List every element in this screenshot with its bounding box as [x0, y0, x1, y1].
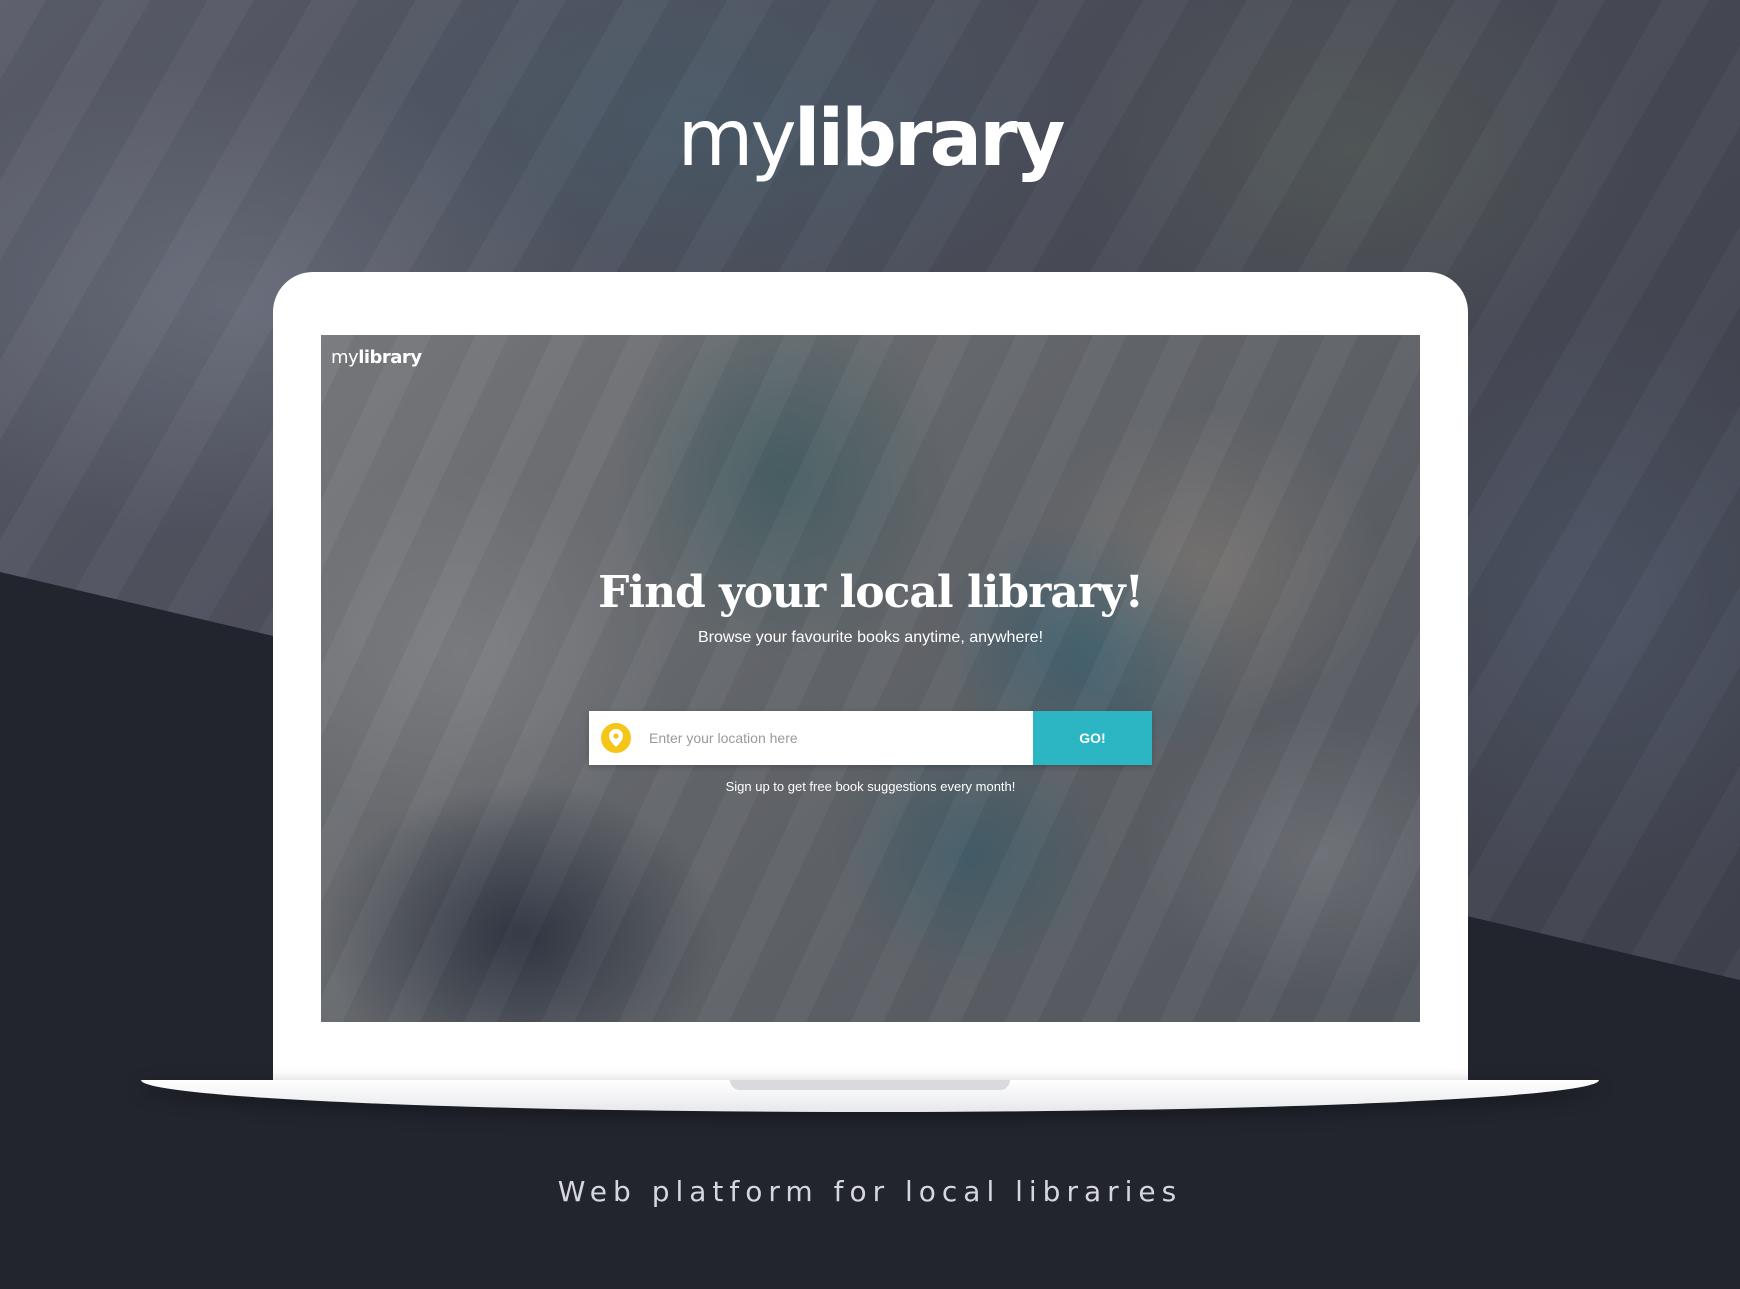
location-search-input[interactable]	[649, 730, 1009, 746]
map-pin-icon	[601, 723, 631, 753]
site-logo[interactable]: mylibrary	[331, 347, 422, 368]
brand-logo: mylibrary	[0, 100, 1740, 178]
brand-logo-prefix: my	[677, 94, 797, 184]
location-search-form: GO!	[589, 711, 1152, 765]
brand-logo-name: library	[793, 94, 1066, 184]
signup-link[interactable]: Sign up to get free book suggestions eve…	[321, 779, 1420, 794]
hero-overlay	[321, 335, 1420, 1022]
tagline: Web platform for local libraries	[557, 1175, 1183, 1208]
location-search-field[interactable]	[589, 711, 1033, 765]
laptop-screen: mylibrary Find your local library! Brows…	[321, 335, 1420, 1022]
site-logo-prefix: my	[331, 347, 359, 368]
hero-title: Find your local library!	[598, 567, 1144, 618]
laptop-notch	[730, 1080, 1010, 1090]
hero-subtitle: Browse your favourite books anytime, any…	[697, 629, 1044, 646]
go-button[interactable]: GO!	[1033, 711, 1152, 765]
site-logo-name: library	[358, 347, 422, 368]
